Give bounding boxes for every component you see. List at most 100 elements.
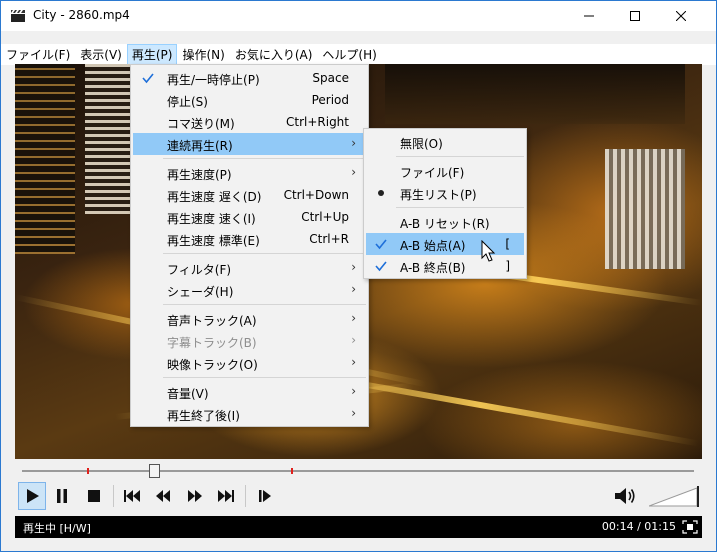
volume-slider[interactable]: [649, 484, 701, 508]
menu-item-video-track[interactable]: 映像トラック(O) ›: [133, 352, 366, 374]
volume-button[interactable]: [612, 482, 640, 510]
menu-separator: [163, 377, 366, 378]
menu-item-label: 再生終了後(I): [167, 409, 240, 423]
menu-item-label: A-B 始点(A): [400, 239, 466, 253]
menu-item-label: 再生速度(P): [167, 168, 232, 182]
menu-item-ab-reset[interactable]: A-B リセット(R): [366, 211, 524, 233]
menu-item-speed[interactable]: 再生速度(P) ›: [133, 162, 366, 184]
menu-item-label: 再生速度 速く(I): [167, 212, 256, 226]
pause-button[interactable]: [48, 482, 76, 510]
menu-item-label: 停止(S): [167, 95, 208, 109]
next-button[interactable]: [212, 482, 240, 510]
fullscreen-icon[interactable]: [682, 520, 698, 534]
menu-item-label: A-B 終点(B): [400, 261, 466, 275]
menu-favorites[interactable]: お気に入り(A): [230, 44, 318, 65]
maximize-icon: [630, 11, 640, 21]
ab-start-marker: [87, 468, 89, 474]
rewind-button[interactable]: [149, 482, 177, 510]
control-bar: [15, 480, 702, 512]
menu-bar: ファイル(F) 表示(V) 再生(P) 操作(N) お気に入り(A) ヘルプ(H…: [1, 44, 716, 65]
pause-icon: [57, 489, 67, 503]
menu-item-play-pause[interactable]: 再生/一時停止(P) Space: [133, 67, 366, 89]
menu-item-after-playback[interactable]: 再生終了後(I) ›: [133, 403, 366, 425]
submenu-arrow-icon: ›: [351, 311, 356, 325]
menu-item-repeat[interactable]: 連続再生(R) ›: [133, 133, 366, 155]
menu-item-label: 再生速度 標準(E): [167, 234, 260, 248]
menu-operation[interactable]: 操作(N): [177, 44, 229, 65]
menu-item-speed-slower[interactable]: 再生速度 遅く(D) Ctrl+Down: [133, 184, 366, 206]
menu-item-speed-normal[interactable]: 再生速度 標準(E) Ctrl+R: [133, 228, 366, 250]
menu-item-ab-start[interactable]: A-B 始点(A) [: [366, 233, 524, 255]
stop-button[interactable]: [80, 482, 108, 510]
menu-item-stop[interactable]: 停止(S) Period: [133, 89, 366, 111]
status-bar: 再生中 [H/W] 00:14 / 01:15: [15, 516, 702, 538]
radio-bullet-icon: [378, 190, 384, 196]
menu-item-audio-track[interactable]: 音声トラック(A) ›: [133, 308, 366, 330]
separator: [245, 485, 246, 507]
menu-item-label: 再生リスト(P): [400, 188, 477, 202]
menu-item-shortcut: Ctrl+Right: [285, 115, 349, 129]
menu-item-label: 再生速度 遅く(D): [167, 190, 262, 204]
building: [385, 64, 685, 124]
close-button[interactable]: [658, 1, 704, 31]
minimize-icon: [584, 15, 594, 17]
check-icon: [375, 261, 387, 272]
menu-item-repeat-playlist[interactable]: 再生リスト(P): [366, 182, 524, 204]
frame-step-button[interactable]: [251, 482, 279, 510]
submenu-arrow-icon: ›: [351, 333, 356, 347]
menu-view[interactable]: 表示(V): [75, 44, 127, 65]
previous-button[interactable]: [118, 482, 146, 510]
menu-item-label: 字幕トラック(B): [167, 336, 257, 350]
time-display: 00:14 / 01:15: [601, 520, 676, 533]
minimize-button[interactable]: [566, 1, 612, 31]
menu-item-frame-step[interactable]: コマ送り(M) Ctrl+Right: [133, 111, 366, 133]
submenu-arrow-icon: ›: [351, 406, 356, 420]
building: [15, 64, 75, 254]
ab-end-marker: [291, 468, 293, 474]
menu-item-label: コマ送り(M): [167, 117, 235, 131]
menu-item-speed-faster[interactable]: 再生速度 速く(I) Ctrl+Up: [133, 206, 366, 228]
speaker-icon: [615, 488, 635, 504]
repeat-submenu: 無限(O) ファイル(F) 再生リスト(P) A-B リセット(R) A-B 始…: [363, 128, 527, 279]
submenu-arrow-icon: ›: [351, 165, 356, 179]
submenu-arrow-icon: ›: [351, 136, 356, 150]
menu-item-shortcut: Ctrl+R: [309, 232, 349, 246]
menu-item-label: 再生/一時停止(P): [167, 73, 260, 87]
menu-item-shortcut: Ctrl+Down: [283, 188, 349, 202]
seek-bar[interactable]: [22, 470, 694, 472]
mouse-pointer-icon: [481, 240, 496, 262]
menu-separator: [163, 253, 366, 254]
fast-forward-button[interactable]: [181, 482, 209, 510]
menu-item-filter[interactable]: フィルタ(F) ›: [133, 257, 366, 279]
menu-item-shader[interactable]: シェーダ(H) ›: [133, 279, 366, 301]
menu-item-label: シェーダ(H): [167, 285, 234, 299]
menu-item-label: A-B リセット(R): [400, 217, 490, 231]
menu-item-shortcut: Space: [312, 71, 349, 85]
menu-file[interactable]: ファイル(F): [1, 44, 75, 65]
menu-play[interactable]: 再生(P): [126, 44, 178, 65]
maximize-button[interactable]: [612, 1, 658, 31]
seek-handle[interactable]: [149, 464, 160, 478]
submenu-arrow-icon: ›: [351, 355, 356, 369]
menu-item-ab-end[interactable]: A-B 終点(B) ]: [366, 255, 524, 277]
separator: [113, 485, 114, 507]
menu-item-infinite[interactable]: 無限(O): [366, 131, 524, 153]
play-menu: 再生/一時停止(P) Space 停止(S) Period コマ送り(M) Ct…: [130, 64, 369, 427]
menu-item-volume[interactable]: 音量(V) ›: [133, 381, 366, 403]
rewind-icon: [156, 490, 170, 502]
menu-item-repeat-file[interactable]: ファイル(F): [366, 160, 524, 182]
play-icon: [27, 489, 39, 503]
menu-separator: [396, 156, 524, 157]
menu-help[interactable]: ヘルプ(H): [317, 44, 381, 65]
menu-item-subtitle-track: 字幕トラック(B) ›: [133, 330, 366, 352]
stop-icon: [88, 490, 100, 502]
play-button[interactable]: [18, 482, 46, 510]
submenu-arrow-icon: ›: [351, 282, 356, 296]
menu-item-label: フィルタ(F): [167, 263, 232, 277]
frame-step-icon: [259, 490, 271, 502]
title-bar[interactable]: City - 2860.mp4: [1, 1, 716, 31]
skip-next-icon: [218, 490, 234, 502]
playback-status: 再生中 [H/W]: [23, 522, 91, 535]
submenu-arrow-icon: ›: [351, 260, 356, 274]
menu-item-shortcut: Period: [311, 93, 349, 107]
